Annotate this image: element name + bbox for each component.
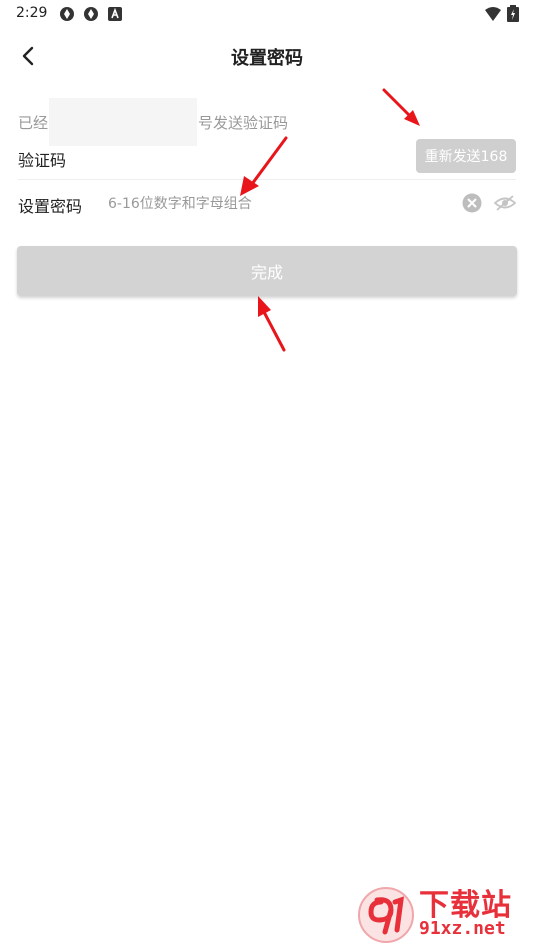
- done-button[interactable]: 完成: [17, 246, 517, 296]
- aperture-icon: [84, 7, 98, 21]
- annotation-arrow: [240, 136, 288, 196]
- eye-icon[interactable]: [494, 194, 516, 212]
- resend-code-button[interactable]: 重新发送168: [416, 139, 516, 173]
- sent-notice-suffix: 号发送验证码: [198, 113, 289, 132]
- status-bar: 2:29: [0, 0, 534, 28]
- header: 设置密码: [0, 36, 534, 76]
- battery-icon: [507, 5, 519, 22]
- aperture-icon: [60, 7, 74, 21]
- clear-circle-icon[interactable]: [462, 193, 482, 213]
- annotation-arrow: [258, 296, 286, 352]
- a-icon: [108, 7, 122, 21]
- sent-notice: 已经 号发送验证码: [18, 98, 288, 146]
- password-label: 设置密码: [18, 197, 83, 216]
- sent-notice-prefix: 已经: [18, 113, 49, 132]
- wifi-icon: [485, 7, 501, 21]
- verify-code-label: 验证码: [18, 151, 67, 170]
- status-time: 2:29: [16, 5, 48, 21]
- 91-logo: [358, 887, 414, 943]
- page-title: 设置密码: [231, 48, 303, 69]
- annotation-arrow: [382, 88, 420, 126]
- watermark-url: 91xz.net: [419, 918, 506, 939]
- watermark: 下载站 91xz.net: [353, 880, 528, 946]
